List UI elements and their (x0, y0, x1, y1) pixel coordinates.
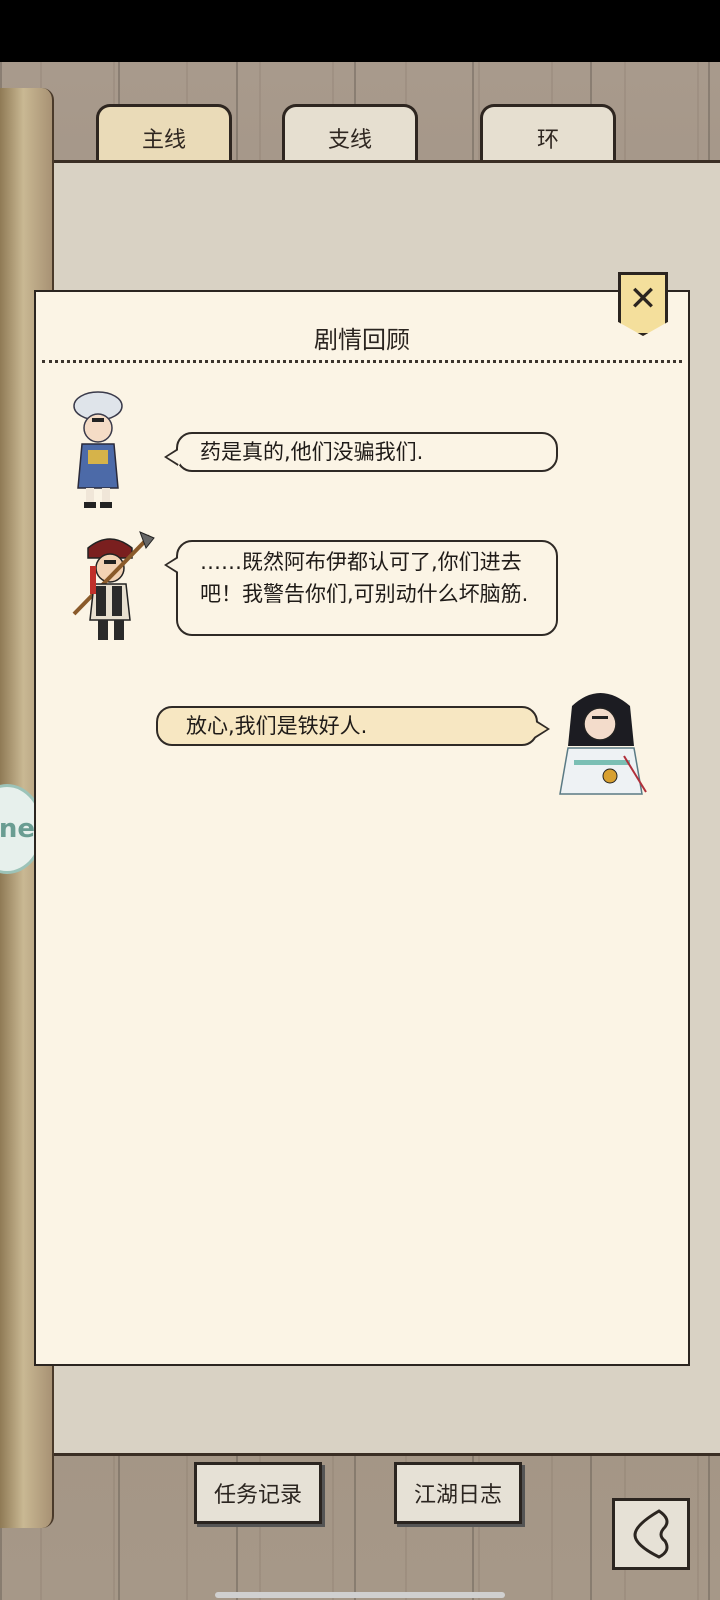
jianghu-log-button[interactable]: 江湖日志 (394, 1462, 522, 1524)
back-button[interactable] (612, 1498, 690, 1570)
message-text-3: 放心,我们是铁好人. (186, 714, 368, 738)
close-icon: ✕ (628, 279, 658, 319)
swordsman-avatar (559, 693, 647, 795)
home-indicator[interactable] (215, 1592, 505, 1598)
message-text-2: ……既然阿布伊都认可了,你们进去吧！我警告你们,可别动什么坏脑筋. (200, 550, 529, 606)
miao-girl-avatar (73, 391, 123, 508)
message-text-1: 药是真的,他们没骗我们. (200, 440, 424, 464)
side-badge-label: ne (0, 814, 35, 844)
message-bubble-3: 放心,我们是铁好人. (156, 706, 550, 746)
dialog-divider (42, 360, 682, 363)
axe-villager-avatar (72, 531, 155, 640)
story-review-dialog: 剧情回顾 药是真的,他们没骗我们. ……既然阿布伊都认可了,你们进去吧！我警告你… (34, 290, 690, 1366)
dialog-title: 剧情回顾 (314, 326, 410, 354)
message-bubble-2: ……既然阿布伊都认可了,你们进去吧！我警告你们,可别动什么坏脑筋. (164, 540, 558, 636)
message-bubble-1: 药是真的,他们没骗我们. (164, 432, 558, 472)
back-arrow-icon (633, 1509, 669, 1559)
task-log-button[interactable]: 任务记录 (194, 1462, 322, 1524)
